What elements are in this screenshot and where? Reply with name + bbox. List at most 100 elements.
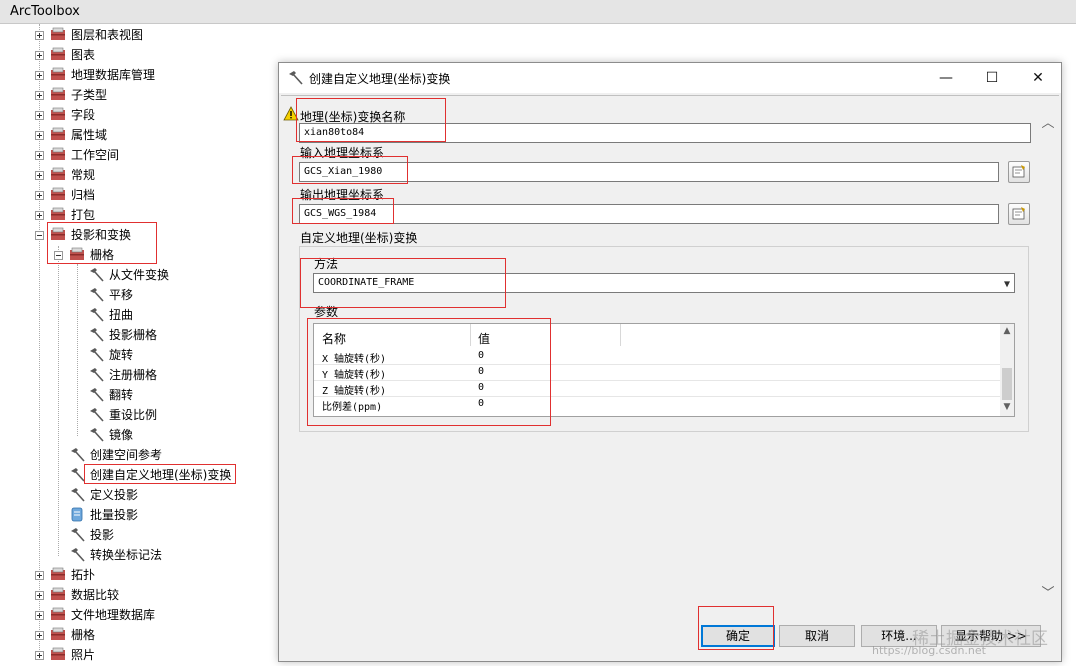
script-icon: [71, 507, 83, 522]
tool-dialog: 创建自定义地理(坐标)变换 — ☐ ✕ 地理(坐标)变换名称 xian80to8…: [278, 62, 1062, 662]
hammer-icon: [90, 408, 104, 422]
param-row-value[interactable]: 0: [478, 382, 484, 393]
toolbox-icon: [51, 627, 65, 640]
column-header-name: 名称: [322, 332, 347, 346]
toolset-data-comparison[interactable]: 数据比较: [0, 585, 280, 605]
param-row-value[interactable]: 0: [478, 350, 484, 361]
minimize-button[interactable]: —: [923, 63, 969, 93]
expand-icon[interactable]: [35, 111, 44, 120]
maximize-button[interactable]: ☐: [969, 63, 1015, 93]
scroll-thumb[interactable]: [1002, 368, 1012, 400]
expand-icon[interactable]: [35, 631, 44, 640]
expand-icon[interactable]: [35, 71, 44, 80]
toolset-raster-mgmt[interactable]: 栅格: [0, 625, 280, 645]
expand-icon[interactable]: [35, 211, 44, 220]
toolbox-icon: [51, 607, 65, 620]
scroll-up-icon[interactable]: ︿: [1039, 112, 1057, 131]
tool-label: 投影栅格: [109, 328, 158, 342]
chevron-down-icon[interactable]: ▼: [1004, 276, 1010, 294]
column-separator: [470, 324, 471, 346]
param-row-name[interactable]: X 轴旋转(秒): [322, 350, 386, 365]
hammer-icon: [90, 368, 104, 382]
toolset-subtypes[interactable]: 子类型: [0, 85, 280, 105]
output-gcs-browse-button[interactable]: [1008, 203, 1030, 225]
toolset-fields[interactable]: 字段: [0, 105, 280, 125]
toolset-domains[interactable]: 属性域: [0, 125, 280, 145]
tool-convert-coordinate-notation[interactable]: 转换坐标记法: [0, 545, 280, 565]
tool-label: 批量投影: [90, 508, 139, 522]
toolset-file-gdb[interactable]: 文件地理数据库: [0, 605, 280, 625]
tool-batch-project[interactable]: 批量投影: [0, 505, 280, 525]
toolset-label: 子类型: [71, 88, 108, 102]
tool-rotate[interactable]: 旋转: [0, 345, 280, 365]
collapse-icon[interactable]: [35, 231, 44, 240]
toolbox-icon: [51, 147, 65, 160]
param-row-value[interactable]: 0: [478, 398, 484, 409]
toolset-projections[interactable]: 投影和变换: [0, 225, 280, 245]
expand-icon[interactable]: [35, 571, 44, 580]
tool-warp-from-file[interactable]: 从文件变换: [0, 265, 280, 285]
toolset-label: 文件地理数据库: [71, 608, 156, 622]
toolset-graphs[interactable]: 图表: [0, 45, 280, 65]
tool-mirror[interactable]: 镜像: [0, 425, 280, 445]
tool-rescale[interactable]: 重设比例: [0, 405, 280, 425]
expand-icon[interactable]: [35, 611, 44, 620]
toolset-general[interactable]: 常规: [0, 165, 280, 185]
param-row-name[interactable]: 比例差(ppm): [322, 398, 382, 413]
toolbox-icon: [51, 167, 65, 180]
expand-icon[interactable]: [35, 91, 44, 100]
toolset-archiving[interactable]: 归档: [0, 185, 280, 205]
tool-label: 定义投影: [90, 488, 139, 502]
tool-define-projection[interactable]: 定义投影: [0, 485, 280, 505]
tool-warp[interactable]: 扭曲: [0, 305, 280, 325]
expand-icon[interactable]: [35, 131, 44, 140]
scroll-down-icon[interactable]: ▼: [1000, 402, 1014, 412]
toolset-gdb-management[interactable]: 地理数据库管理: [0, 65, 280, 85]
toolset-workspace[interactable]: 工作空间: [0, 145, 280, 165]
close-button[interactable]: ✕: [1015, 63, 1061, 93]
tool-create-custom-geo-transformation[interactable]: 创建自定义地理(坐标)变换: [0, 465, 280, 485]
parameters-table[interactable]: 名称 值 X 轴旋转(秒) 0 Y 轴旋转(秒) 0 Z 轴旋转(秒) 0 比例…: [313, 323, 1015, 417]
table-scrollbar[interactable]: ▲ ▼: [1000, 324, 1014, 416]
expand-icon[interactable]: [35, 591, 44, 600]
expand-icon[interactable]: [35, 51, 44, 60]
expand-icon[interactable]: [35, 191, 44, 200]
expand-icon[interactable]: [35, 31, 44, 40]
toolset-label: 栅格: [90, 248, 115, 262]
output-gcs-field[interactable]: GCS_WGS_1984: [299, 204, 999, 224]
expand-icon[interactable]: [35, 651, 44, 660]
tool-flip[interactable]: 翻转: [0, 385, 280, 405]
param-row-value[interactable]: 0: [478, 366, 484, 377]
dialog-titlebar[interactable]: 创建自定义地理(坐标)变换 — ☐ ✕: [279, 63, 1061, 93]
param-row-name[interactable]: Z 轴旋转(秒): [322, 382, 386, 397]
collapse-icon[interactable]: [54, 251, 63, 260]
toolset-raster[interactable]: 栅格: [0, 245, 280, 265]
properties-icon: [1012, 207, 1025, 220]
toolset-topology[interactable]: 拓扑: [0, 565, 280, 585]
tool-project-raster[interactable]: 投影栅格: [0, 325, 280, 345]
ok-button[interactable]: 确定: [701, 625, 775, 647]
toolset-package[interactable]: 打包: [0, 205, 280, 225]
tool-project[interactable]: 投影: [0, 525, 280, 545]
param-row-name[interactable]: Y 轴旋转(秒): [322, 366, 386, 381]
method-dropdown[interactable]: COORDINATE_FRAME ▼: [313, 273, 1015, 293]
toolset-layers-tables[interactable]: 图层和表视图: [0, 25, 280, 45]
toolset-label: 地理数据库管理: [71, 68, 156, 82]
hammer-icon: [90, 288, 104, 302]
hammer-icon: [71, 448, 85, 462]
transformation-name-input[interactable]: xian80to84: [299, 123, 1031, 143]
tool-create-spatial-reference[interactable]: 创建空间参考: [0, 445, 280, 465]
tool-label: 平移: [109, 288, 134, 302]
tool-register-raster[interactable]: 注册栅格: [0, 365, 280, 385]
dialog-scrollbar[interactable]: ︿ ﹀: [1039, 96, 1057, 614]
toolset-photos[interactable]: 照片: [0, 645, 280, 665]
input-gcs-browse-button[interactable]: [1008, 161, 1030, 183]
expand-icon[interactable]: [35, 171, 44, 180]
cancel-button[interactable]: 取消: [779, 625, 855, 647]
scroll-down-icon[interactable]: ﹀: [1039, 582, 1057, 601]
expand-icon[interactable]: [35, 151, 44, 160]
input-gcs-field[interactable]: GCS_Xian_1980: [299, 162, 999, 182]
toolbox-icon: [51, 87, 65, 100]
scroll-up-icon[interactable]: ▲: [1000, 326, 1014, 336]
tool-shift[interactable]: 平移: [0, 285, 280, 305]
